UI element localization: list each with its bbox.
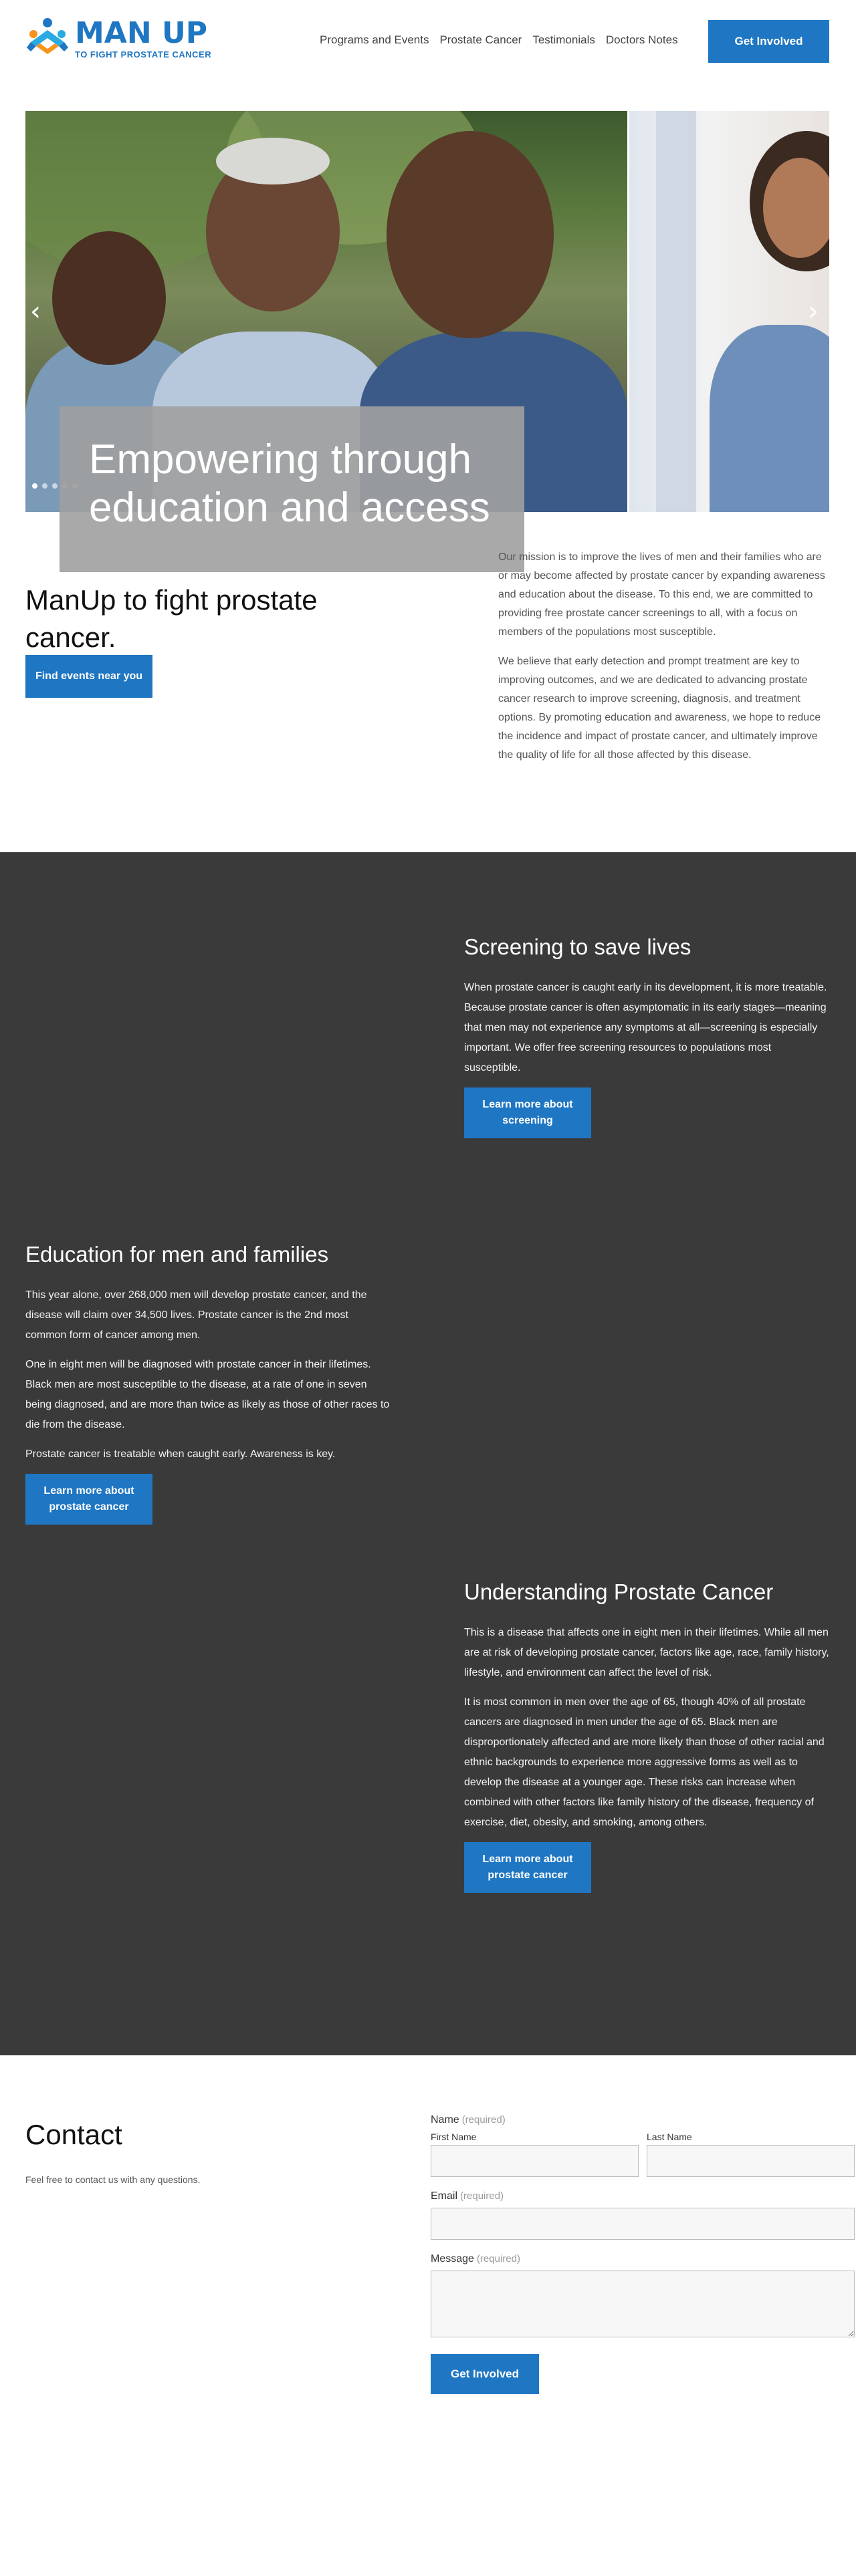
hero-carousel: ‹ › Empowering through education and acc… bbox=[0, 0, 856, 572]
name-label: Name (required) bbox=[431, 2114, 506, 2126]
mission-paragraph: Our mission is to improve the lives of m… bbox=[498, 551, 825, 638]
hero-next-slide-image: › bbox=[629, 111, 829, 512]
required-marker: (required) bbox=[460, 2190, 504, 2202]
screening-paragraph: When prostate cancer is caught early in … bbox=[464, 982, 827, 1073]
screening-heading: Screening to save lives bbox=[464, 934, 691, 959]
first-name-label: First Name bbox=[431, 2132, 477, 2142]
contact-form: Name (required) First Name Last Name Emai… bbox=[431, 2114, 855, 2394]
mission-section: ManUp to fight prostate cancer. Find eve… bbox=[0, 481, 856, 852]
info-section: Screening to save lives When prostate ca… bbox=[0, 852, 856, 2055]
understanding-heading: Understanding Prostate Cancer bbox=[464, 1579, 774, 1604]
understanding-block: Understanding Prostate Cancer This is a … bbox=[464, 1577, 829, 1893]
required-marker: (required) bbox=[461, 2114, 506, 2126]
message-label: Message (required) bbox=[431, 2253, 520, 2265]
education-paragraph: Prostate cancer is treatable when caught… bbox=[25, 1448, 336, 1460]
email-field[interactable] bbox=[431, 2208, 855, 2240]
learn-more-prostate-cancer-button-2[interactable]: Learn more about prostate cancer bbox=[464, 1842, 591, 1893]
understanding-paragraph: It is most common in men over the age of… bbox=[464, 1696, 825, 1828]
contact-heading: Contact bbox=[25, 2119, 122, 2150]
education-paragraph: One in eight men will be diagnosed with … bbox=[25, 1359, 390, 1430]
find-events-button[interactable]: Find events near you bbox=[25, 655, 152, 698]
education-heading: Education for men and families bbox=[25, 1242, 329, 1267]
learn-more-prostate-cancer-button[interactable]: Learn more about prostate cancer bbox=[25, 1474, 152, 1525]
required-marker: (required) bbox=[476, 2253, 520, 2265]
contact-intro: Feel free to contact us with any questio… bbox=[25, 2174, 201, 2185]
first-name-field[interactable] bbox=[431, 2145, 639, 2177]
understanding-paragraph: This is a disease that affects one in ei… bbox=[464, 1627, 829, 1678]
carousel-next-button[interactable]: › bbox=[803, 298, 823, 325]
learn-more-screening-button[interactable]: Learn more about screening bbox=[464, 1087, 591, 1138]
mission-heading: ManUp to fight prostate cancer. bbox=[25, 584, 318, 653]
screening-block: Screening to save lives When prostate ca… bbox=[464, 932, 829, 1138]
education-block: Education for men and families This year… bbox=[25, 1240, 391, 1525]
mission-copy: Our mission is to improve the lives of m… bbox=[498, 548, 829, 775]
submit-button[interactable]: Get Involved bbox=[431, 2354, 539, 2394]
mission-paragraph: We believe that early detection and prom… bbox=[498, 656, 821, 761]
email-label: Email (required) bbox=[431, 2190, 504, 2202]
education-paragraph: This year alone, over 268,000 men will d… bbox=[25, 1289, 367, 1341]
last-name-field[interactable] bbox=[647, 2145, 855, 2177]
last-name-label: Last Name bbox=[647, 2132, 692, 2142]
contact-section: Contact Feel free to contact us with any… bbox=[0, 2055, 856, 2506]
carousel-prev-button[interactable]: ‹ bbox=[25, 298, 45, 325]
message-field[interactable] bbox=[431, 2271, 855, 2337]
